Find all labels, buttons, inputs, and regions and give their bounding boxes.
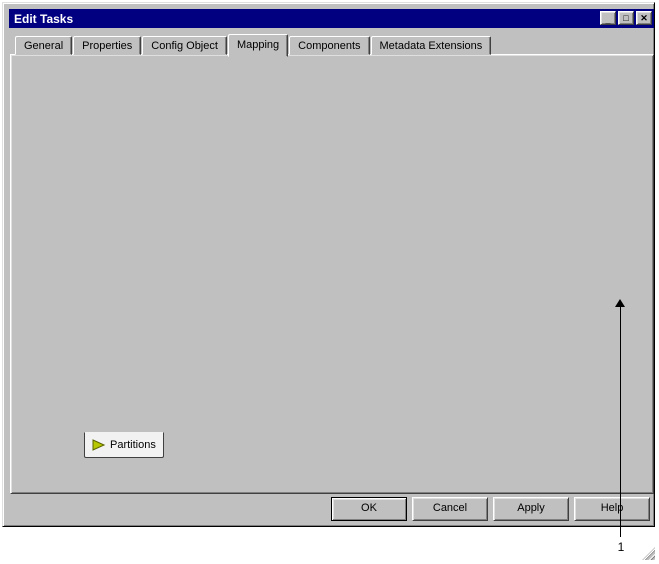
tab-partitions-bottom[interactable]: Partitions	[84, 432, 164, 458]
resize-grip-icon[interactable]	[642, 547, 655, 560]
tab-config-object[interactable]: Config Object	[142, 36, 227, 55]
minimize-icon: _	[605, 16, 610, 25]
apply-button[interactable]: Apply	[493, 497, 569, 521]
tab-general[interactable]: General	[15, 36, 72, 55]
tab-strip: General Properties Config Object Mapping…	[15, 34, 492, 55]
tab-metadata-extensions[interactable]: Metadata Extensions	[371, 36, 492, 55]
maximize-button[interactable]: □	[618, 11, 634, 25]
close-icon: ✕	[640, 14, 648, 23]
window-title: Edit Tasks	[14, 12, 73, 26]
close-button[interactable]: ✕	[636, 11, 652, 25]
callout-line	[620, 306, 621, 537]
cancel-button[interactable]: Cancel	[412, 497, 488, 521]
maximize-icon: □	[623, 14, 628, 23]
title-bar[interactable]: Edit Tasks _ □ ✕	[9, 9, 654, 28]
tab-mapping[interactable]: Mapping	[228, 34, 288, 57]
ok-button[interactable]: OK	[331, 497, 407, 521]
partitions-icon	[92, 439, 105, 451]
callout-label: 1	[611, 540, 631, 554]
tab-components[interactable]: Components	[289, 36, 369, 55]
help-button[interactable]: Help	[574, 497, 650, 521]
mapping-tab-panel	[10, 54, 654, 494]
tab-properties[interactable]: Properties	[73, 36, 141, 55]
minimize-button[interactable]: _	[600, 11, 616, 25]
